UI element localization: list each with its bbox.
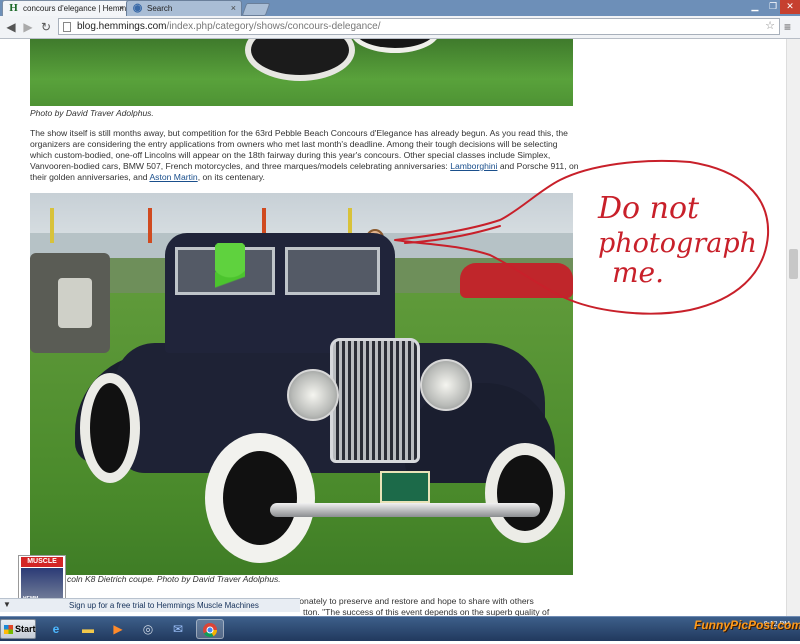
car-bumper xyxy=(270,503,540,517)
hemmings-favicon-icon: H xyxy=(9,2,18,14)
ad-signup-bar[interactable]: Sign up for a free trial to Hemmings Mus… xyxy=(0,598,300,612)
aston-martin-link[interactable]: Aston Martin xyxy=(149,172,197,182)
top-car-photo xyxy=(30,39,573,106)
car-display-plaque xyxy=(380,471,430,503)
photo-caption: coln K8 Dietrich coupe. Photo by David T… xyxy=(67,574,281,584)
start-label: Start xyxy=(15,624,36,634)
photo-caption: Photo by David Traver Adolphus. xyxy=(30,108,154,118)
photo-lincoln-coupe xyxy=(75,233,565,563)
car-headlamp xyxy=(420,359,472,411)
scrollbar-thumb[interactable] xyxy=(789,249,798,279)
folder-icon[interactable]: ▬ xyxy=(74,619,102,639)
close-icon[interactable]: × xyxy=(119,1,124,16)
mail-icon[interactable]: ✉ xyxy=(164,619,192,639)
car-window xyxy=(285,247,380,295)
chevron-down-icon[interactable]: ▼ xyxy=(3,600,11,609)
vertical-scrollbar[interactable] xyxy=(786,39,800,616)
article-paragraph: The show itself is still months away, bu… xyxy=(30,128,580,183)
ad-bar-text[interactable]: Sign up for a free trial to Hemmings Mus… xyxy=(69,601,259,610)
photo-tire xyxy=(245,39,355,81)
search-favicon-icon: ◉ xyxy=(132,2,143,14)
media-player-icon[interactable]: ▶ xyxy=(104,619,132,639)
close-window-icon[interactable]: ✕ xyxy=(780,0,800,14)
tab-search[interactable]: ◉ Search × xyxy=(126,0,242,16)
back-arrow-icon[interactable]: ◀ xyxy=(3,19,19,35)
lincoln-car-photo xyxy=(30,193,573,575)
windows-logo-icon xyxy=(4,625,13,634)
browser-toolbar: ◀ ▶ ↻ blog.hemmings.com/index.php/catego… xyxy=(0,16,800,39)
chrome-icon[interactable] xyxy=(196,619,224,639)
green-ribbon xyxy=(215,243,245,303)
ad-title: MUSCLE xyxy=(21,557,63,567)
lamborghini-link[interactable]: Lamborghini xyxy=(450,161,497,171)
url-path: /index.php/category/shows/concours-deleg… xyxy=(166,21,381,32)
page-icon xyxy=(63,22,71,32)
tab-strip: H concours d'elegance | Hemm × ◉ Search … xyxy=(0,0,800,16)
car-grille xyxy=(330,338,420,463)
page-content: Photo by David Traver Adolphus. The show… xyxy=(0,39,786,616)
start-button[interactable]: Start xyxy=(0,619,36,639)
car-tire xyxy=(205,433,315,563)
photo-flag xyxy=(50,208,54,243)
reload-icon[interactable]: ↻ xyxy=(38,19,54,35)
address-bar[interactable]: blog.hemmings.com/index.php/category/sho… xyxy=(58,18,780,35)
windows-taskbar: Start e ▬ ▶ ◎ ✉ 9:12 PM xyxy=(0,616,800,641)
paragraph-text: tton. "The success of this event depends… xyxy=(303,607,550,616)
car-headlamp xyxy=(287,369,339,421)
internet-explorer-icon[interactable]: e xyxy=(42,619,70,639)
bookmark-star-icon[interactable]: ☆ xyxy=(765,19,775,34)
close-icon[interactable]: × xyxy=(231,1,236,16)
url-host: blog.hemmings.com xyxy=(77,21,167,32)
paragraph-text: , on its centenary. xyxy=(197,172,265,182)
wrench-menu-icon[interactable]: ≡ xyxy=(784,19,791,35)
photo-tire xyxy=(350,39,440,53)
forward-arrow-icon[interactable]: ▶ xyxy=(20,19,36,35)
car-tire xyxy=(80,373,140,483)
new-tab-button[interactable] xyxy=(241,3,271,16)
watermark: FunnyPicPost.com xyxy=(694,618,800,632)
car-tire xyxy=(485,443,565,543)
tab-label: concours d'elegance | Hemm xyxy=(23,4,127,13)
tab-concours[interactable]: H concours d'elegance | Hemm × xyxy=(2,0,130,16)
tab-label: Search xyxy=(147,4,173,13)
app-icon[interactable]: ◎ xyxy=(134,619,162,639)
chrome-logo-icon xyxy=(203,623,218,638)
